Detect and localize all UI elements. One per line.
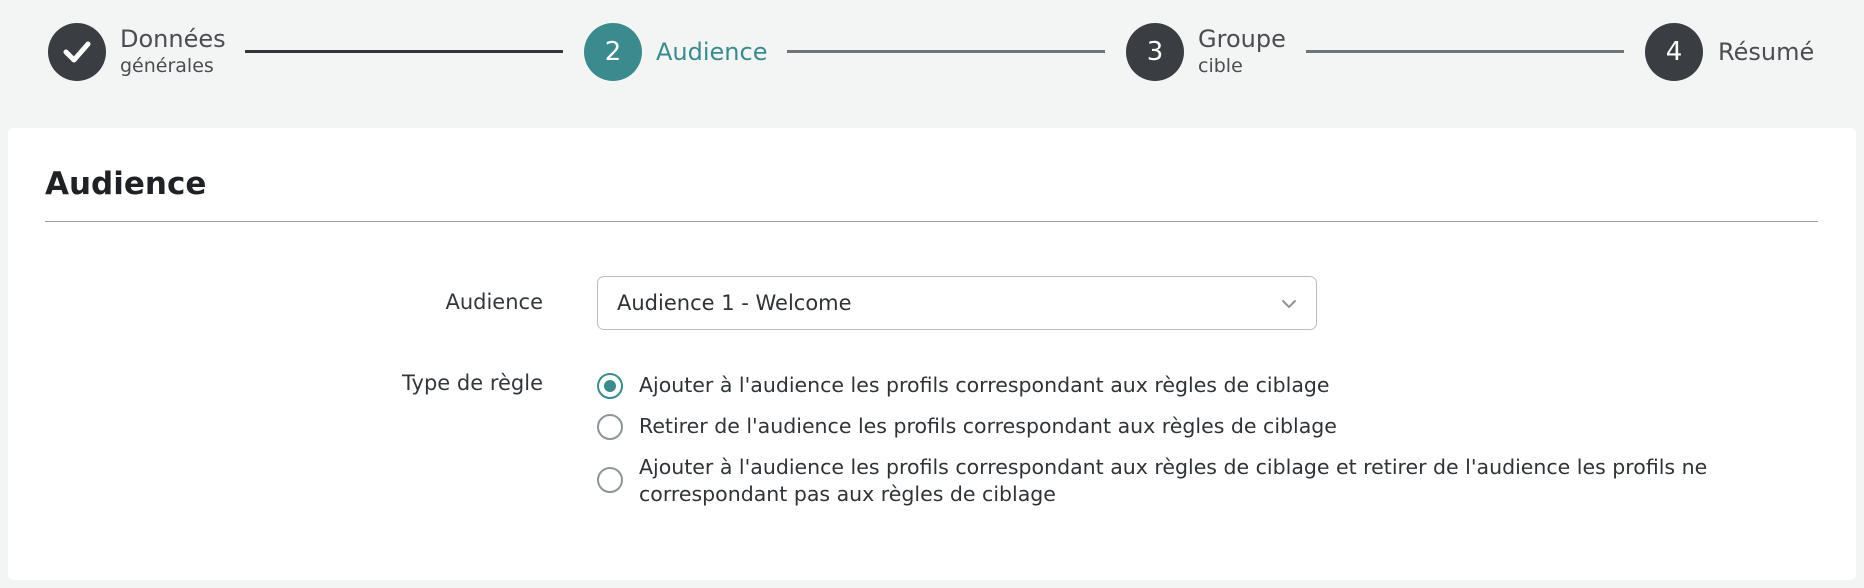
step-1-title[interactable]: Données xyxy=(120,25,226,53)
step-connector-1 xyxy=(245,50,563,53)
audience-card: Audience Audience Audience 1 - Welcome T… xyxy=(8,128,1856,580)
audience-select-value: Audience 1 - Welcome xyxy=(617,291,852,315)
rule-option-add-label[interactable]: Ajouter à l'audience les profils corresp… xyxy=(639,371,1330,399)
card-title: Audience xyxy=(45,166,207,202)
step-2-title[interactable]: Audience xyxy=(656,38,767,66)
check-icon xyxy=(63,41,91,63)
rule-option-sync-label-line1[interactable]: Ajouter à l'audience les profils corresp… xyxy=(639,453,1707,481)
chevron-down-icon xyxy=(1282,300,1296,308)
step-3-circle[interactable]: 3 xyxy=(1126,23,1184,81)
step-3-title[interactable]: Groupe xyxy=(1198,25,1286,53)
step-4-circle[interactable]: 4 xyxy=(1645,23,1703,81)
step-2-circle[interactable]: 2 xyxy=(584,23,642,81)
rule-option-sync-label-line2[interactable]: correspondant pas aux règles de ciblage xyxy=(639,480,1056,508)
audience-select[interactable]: Audience 1 - Welcome xyxy=(597,276,1317,330)
rule-option-sync-radio[interactable] xyxy=(597,467,623,493)
step-connector-3 xyxy=(1306,50,1624,53)
rule-option-remove-label[interactable]: Retirer de l'audience les profils corres… xyxy=(639,412,1337,440)
rule-option-add-radio[interactable] xyxy=(597,373,623,399)
audience-field-label: Audience xyxy=(445,290,543,314)
step-4-title[interactable]: Résumé xyxy=(1718,38,1814,66)
rule-option-remove-radio[interactable] xyxy=(597,414,623,440)
step-connector-2 xyxy=(787,50,1105,53)
step-1-subtitle: générales xyxy=(120,55,214,77)
title-divider xyxy=(45,221,1818,222)
rule-type-label: Type de règle xyxy=(401,371,543,395)
stepper: Données générales 2 Audience 3 Groupe ci… xyxy=(0,0,1864,120)
step-3-subtitle: cible xyxy=(1198,55,1243,77)
step-1-circle[interactable] xyxy=(48,23,106,81)
